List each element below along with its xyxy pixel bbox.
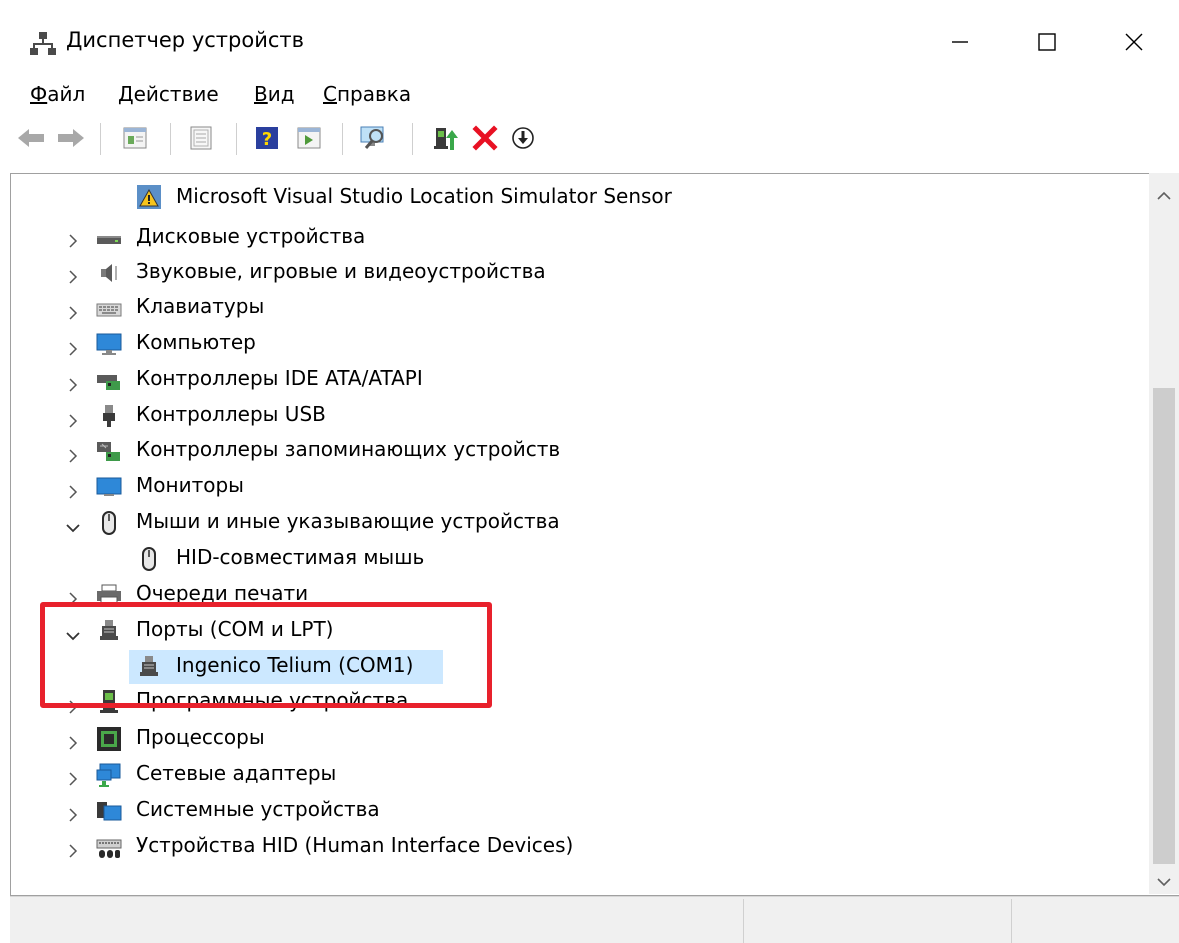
disk-drive-icon <box>96 225 122 251</box>
toolbar: ? <box>10 117 1170 161</box>
menu-view-label: ид <box>267 82 295 106</box>
help-button[interactable]: ? <box>250 121 284 155</box>
svg-text:?: ? <box>262 129 272 150</box>
highlight-annotation-box <box>40 602 492 708</box>
network-adapter-icon <box>96 762 122 788</box>
expand-chevron-icon[interactable] <box>64 842 82 860</box>
close-icon <box>1125 33 1143 51</box>
tree-item-label[interactable]: Клавиатуры <box>136 294 264 318</box>
expand-chevron-icon[interactable] <box>64 412 82 430</box>
show-hidden-button[interactable] <box>184 121 218 155</box>
speaker-icon <box>96 260 122 286</box>
disable-button[interactable] <box>506 121 540 155</box>
expand-chevron-icon[interactable] <box>64 340 82 358</box>
menu-file-label: айл <box>47 82 86 106</box>
update-driver-button[interactable] <box>428 121 462 155</box>
keyboard-icon <box>96 296 122 322</box>
uninstall-button[interactable] <box>468 121 502 155</box>
tree-item-label[interactable]: Мониторы <box>136 473 244 497</box>
menu-action[interactable]: Действие <box>118 82 219 106</box>
expand-chevron-icon[interactable] <box>64 304 82 322</box>
menu-bar: Файл Действие Вид Справка <box>0 75 1179 115</box>
mouse-icon <box>136 546 162 572</box>
update-driver-icon <box>434 128 458 150</box>
properties-button[interactable] <box>118 121 152 155</box>
minimize-button[interactable] <box>920 14 1000 70</box>
system-device-icon <box>96 798 122 824</box>
run-button[interactable] <box>292 121 326 155</box>
status-bar-divider <box>743 899 744 943</box>
tree-item-label[interactable]: Процессоры <box>136 725 265 749</box>
show-hidden-icon <box>190 126 212 150</box>
menu-action-label: ействие <box>133 82 219 106</box>
tree-item-label[interactable]: Контроллеры USB <box>136 402 326 426</box>
menu-help[interactable]: Справка <box>323 82 411 106</box>
maximize-icon <box>1038 33 1056 51</box>
tree-item-label[interactable]: Звуковые, игровые и видеоустройства <box>136 259 546 283</box>
scan-hardware-button[interactable] <box>356 121 390 155</box>
run-icon <box>297 127 321 149</box>
status-bar-divider <box>1011 899 1012 943</box>
computer-icon <box>96 331 122 357</box>
device-manager-app-icon <box>30 30 56 56</box>
forward-button[interactable] <box>54 121 88 155</box>
ide-controller-icon <box>96 367 122 393</box>
tree-item-label[interactable]: Системные устройства <box>136 797 380 821</box>
expand-chevron-icon[interactable] <box>64 770 82 788</box>
menu-help-label: правка <box>336 82 412 106</box>
toolbar-separator <box>236 123 237 155</box>
tree-item-label[interactable]: Microsoft Visual Studio Location Simulat… <box>176 184 672 208</box>
help-icon: ? <box>256 127 278 150</box>
status-bar <box>10 896 1179 943</box>
sensor-warning-icon <box>136 184 162 210</box>
monitor-icon <box>96 474 122 500</box>
scroll-up-arrow-icon[interactable] <box>1155 188 1173 207</box>
tree-item-label[interactable]: Дисковые устройства <box>136 224 365 248</box>
tree-item-label[interactable]: Мыши и иные указывающие устройства <box>136 509 560 533</box>
tree-item-label[interactable]: Устройства HID (Human Interface Devices) <box>136 833 573 857</box>
tree-item-label[interactable]: Сетевые адаптеры <box>136 761 336 785</box>
expand-chevron-icon[interactable] <box>64 483 82 501</box>
scan-hardware-icon <box>360 126 384 149</box>
forward-arrow-icon <box>58 129 84 147</box>
expand-chevron-icon[interactable] <box>64 268 82 286</box>
maximize-button[interactable] <box>1007 14 1087 70</box>
hid-device-icon <box>96 834 122 860</box>
tree-item-label[interactable]: Контроллеры IDE ATA/ATAPI <box>136 366 423 390</box>
scroll-down-arrow-icon[interactable] <box>1155 874 1173 893</box>
expand-chevron-icon[interactable] <box>64 376 82 394</box>
mouse-icon <box>96 510 122 536</box>
expand-chevron-icon[interactable] <box>64 806 82 824</box>
toolbar-separator <box>100 123 101 155</box>
toolbar-separator <box>170 123 171 155</box>
window-title: Диспетчер устройств <box>66 28 305 52</box>
scrollbar-thumb[interactable] <box>1153 388 1175 864</box>
menu-help-hotkey: С <box>323 82 337 106</box>
expand-chevron-icon[interactable] <box>64 734 82 752</box>
usb-icon <box>96 403 122 429</box>
menu-view-hotkey: В <box>254 82 268 106</box>
minimize-icon <box>952 41 968 43</box>
storage-controller-icon <box>96 438 122 464</box>
toolbar-separator <box>412 123 413 155</box>
expand-chevron-icon[interactable] <box>64 232 82 250</box>
title-bar[interactable]: Диспетчер устройств <box>0 0 1179 86</box>
expand-chevron-icon[interactable] <box>64 447 82 465</box>
processor-icon <box>96 726 122 752</box>
menu-action-hotkey: Д <box>118 82 134 106</box>
uninstall-icon <box>472 125 498 151</box>
collapse-chevron-icon[interactable] <box>64 519 82 537</box>
back-button[interactable] <box>14 121 48 155</box>
toolbar-separator <box>342 123 343 155</box>
tree-item-label[interactable]: Компьютер <box>136 330 256 354</box>
back-arrow-icon <box>18 129 44 147</box>
properties-icon <box>123 127 147 149</box>
tree-item-label[interactable]: HID-совместимая мышь <box>176 545 424 569</box>
disable-icon <box>512 127 534 149</box>
menu-view[interactable]: Вид <box>254 82 295 106</box>
tree-item-label[interactable]: Контроллеры запоминающих устройств <box>136 437 560 461</box>
close-button[interactable] <box>1094 14 1174 70</box>
menu-file[interactable]: Файл <box>30 82 85 106</box>
menu-file-hotkey: Ф <box>30 82 48 106</box>
